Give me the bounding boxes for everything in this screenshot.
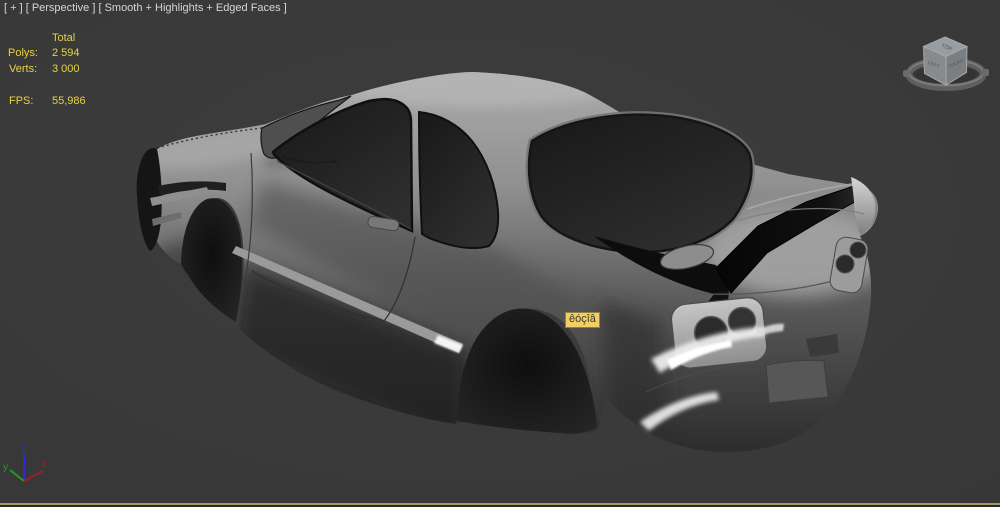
viewcube-ring-nub-left[interactable]	[903, 70, 910, 77]
stats-verts-label: Verts:	[9, 63, 37, 75]
stats-total-header: Total	[52, 32, 75, 44]
license-recess	[766, 360, 828, 403]
viewcube-ring-nub-right[interactable]	[982, 69, 989, 76]
stats-verts-value: 3 000	[52, 63, 80, 75]
viewcube[interactable]: TOP LEFT FRONT	[903, 37, 989, 88]
object-name-tooltip: êóçîâ	[565, 312, 600, 328]
stats-polys-value: 2 594	[52, 47, 80, 59]
viewport-perspective[interactable]: TOP LEFT FRONT z y x [ + ] [ Perspective…	[0, 0, 1000, 507]
axis-y-label: y	[3, 462, 8, 473]
rear-window-glass	[529, 115, 751, 252]
stats-polys-label: Polys:	[8, 47, 38, 59]
wiper-pivot	[333, 159, 337, 163]
viewport-shading-label[interactable]: [ + ] [ Perspective ] [ Smooth + Highlig…	[4, 2, 287, 15]
stats-fps-label: FPS:	[9, 95, 33, 107]
axis-tripod: z y x	[3, 444, 46, 481]
scene-canvas[interactable]: TOP LEFT FRONT z y x	[0, 0, 1000, 507]
axis-z-label: z	[20, 444, 25, 455]
axis-y-line	[10, 470, 24, 481]
tail-light-inner-far	[850, 242, 866, 258]
stats-fps-value: 55,986	[52, 95, 86, 107]
axis-x-label: x	[41, 459, 46, 470]
tail-light-outer-far	[836, 255, 854, 273]
axis-x-line	[24, 471, 43, 481]
car-body-mesh[interactable]	[134, 66, 887, 452]
